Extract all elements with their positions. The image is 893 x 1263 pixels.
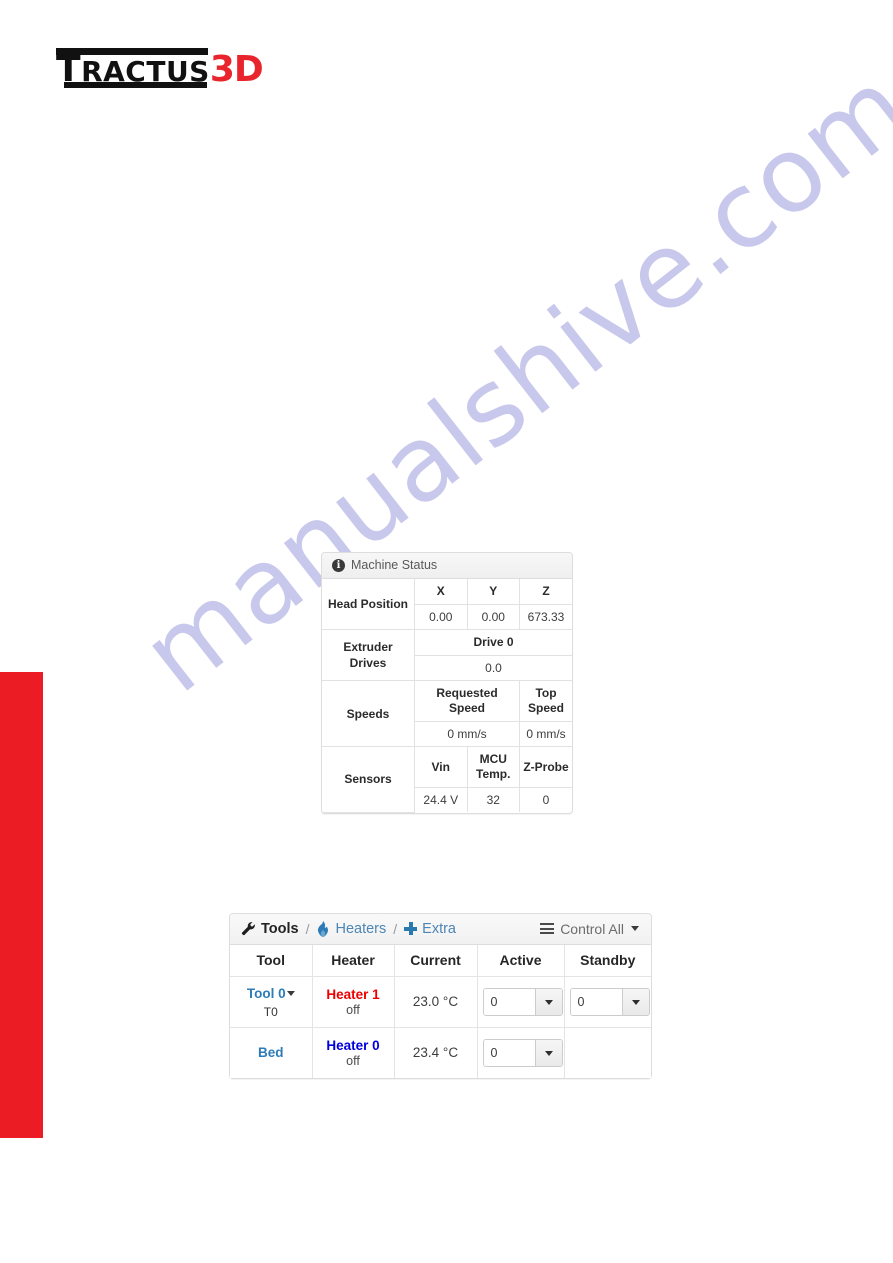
cell-heater-0[interactable]: Heater 0 off [311, 1027, 395, 1078]
heater-state-label: off [346, 1054, 360, 1068]
logo-bottom-rule [64, 82, 207, 88]
control-all-label: Control All [560, 920, 624, 937]
col-header-current: Current [393, 945, 478, 977]
tab-extra[interactable]: Extra [404, 921, 456, 937]
chevron-down-icon [544, 1050, 553, 1056]
tool-identifier: T0 [263, 1005, 278, 1019]
table-row-extruder-drives-labels: Extruder Drives Drive 0 [322, 629, 572, 681]
table-row: Bed Heater 0 off 23.4 °C 0 [230, 1027, 651, 1078]
active-temp-input[interactable]: 0 [483, 989, 535, 1015]
tab-tools-label: Tools [261, 920, 299, 937]
cell-tool-bed: Bed [230, 1027, 313, 1078]
machine-status-table: Head Position X Y Z 0.00 0.00 673.33 Ext… [322, 579, 572, 813]
col-header-x: X [414, 579, 468, 605]
cell-active-temp-bed: 0 [476, 1027, 565, 1078]
row-label-extruder-drives: Extruder Drives [322, 629, 415, 681]
value-z-probe: 0 [519, 787, 572, 812]
table-row: Tool 0 T0 Heater 1 off 23.0 °C 0 0 [230, 976, 651, 1028]
tools-panel-header: Tools / Heaters / Extra Control All [230, 914, 651, 945]
row-label-sensors: Sensors [322, 746, 415, 813]
header-separator-2: / [393, 920, 398, 937]
machine-status-panel: i Machine Status Head Position X Y Z 0.0… [321, 552, 573, 814]
col-header-mcu-temp: MCU Temp. [466, 746, 520, 788]
col-header-top-speed: Top Speed [519, 680, 572, 722]
col-header-z-probe: Z-Probe [519, 746, 572, 788]
value-top-speed: 0 mm/s [519, 721, 572, 747]
tab-heaters[interactable]: Heaters [316, 920, 387, 937]
chevron-down-icon [631, 999, 640, 1005]
standby-temp-input[interactable]: 0 [570, 989, 622, 1015]
page-edge-accent-bar [0, 672, 43, 1138]
flame-icon [316, 920, 330, 937]
value-head-position-z: 673.33 [519, 604, 572, 630]
col-header-drive-0: Drive 0 [414, 629, 572, 656]
value-head-position-y: 0.00 [466, 604, 520, 630]
active-temp-dropdown-button[interactable] [534, 989, 562, 1015]
current-temperature-value: 23.0 °C [412, 994, 459, 1009]
active-temp-input[interactable]: 0 [483, 1040, 535, 1066]
value-mcu-temp: 32 [466, 787, 520, 812]
cell-tool-0: Tool 0 T0 [230, 976, 313, 1028]
table-row-sensors-labels: Sensors Vin MCU Temp. Z-Probe [322, 746, 572, 813]
chevron-down-icon [631, 926, 639, 931]
active-temp-dropdown-button[interactable] [534, 1040, 562, 1066]
col-header-active: Active [476, 945, 565, 977]
plus-icon [404, 922, 418, 935]
tool-link-label: Tool 0 [246, 986, 286, 1001]
current-temperature-value: 23.4 °C [412, 1045, 459, 1060]
col-header-z: Z [519, 579, 572, 605]
tools-table-header-row: Tool Heater Current Active Standby [230, 945, 651, 977]
cell-active-temp-tool-0: 0 [476, 976, 565, 1028]
chevron-down-icon [286, 991, 295, 997]
col-header-standby: Standby [563, 945, 651, 977]
cell-current-temp-tool-0: 23.0 °C [393, 976, 478, 1028]
tools-panel: Tools / Heaters / Extra Control All Tool… [229, 913, 652, 1079]
brand-logo: TRACTUS3D [56, 48, 271, 92]
heater-state-label: off [346, 1003, 360, 1017]
hamburger-icon [540, 923, 555, 934]
logo-accent-text: 3D [209, 49, 264, 90]
value-drive-0: 0.0 [414, 655, 572, 681]
header-separator-1: / [305, 920, 310, 937]
cell-current-temp-bed: 23.4 °C [393, 1027, 478, 1078]
standby-temp-dropdown-button[interactable] [621, 989, 649, 1015]
value-head-position-x: 0.00 [414, 604, 468, 630]
machine-status-title: Machine Status [351, 558, 438, 572]
row-label-head-position: Head Position [322, 579, 415, 630]
col-header-vin: Vin [414, 746, 468, 788]
heater-name-label: Heater 0 [326, 1038, 380, 1053]
col-header-heater: Heater [311, 945, 395, 977]
cell-heater-1[interactable]: Heater 1 off [311, 976, 395, 1028]
col-header-y: Y [466, 579, 520, 605]
info-icon: i [332, 558, 345, 572]
chevron-down-icon [544, 999, 553, 1005]
tab-extra-label: Extra [422, 920, 456, 937]
table-row-speeds-labels: Speeds Requested Speed Top Speed [322, 680, 572, 747]
col-header-tool: Tool [230, 945, 313, 977]
heater-name-label: Heater 1 [326, 987, 380, 1002]
row-label-speeds: Speeds [322, 680, 415, 747]
active-temp-input-group-bed[interactable]: 0 [482, 1039, 563, 1067]
tool-link-tool-0[interactable]: Tool 0 [247, 985, 295, 1002]
tab-tools[interactable]: Tools [241, 921, 299, 937]
tab-heaters-label: Heaters [335, 920, 387, 937]
value-vin: 24.4 V [414, 787, 468, 812]
cell-standby-temp-bed [563, 1027, 651, 1078]
active-temp-input-group-tool-0[interactable]: 0 [482, 988, 563, 1016]
cell-standby-temp-tool-0: 0 [563, 976, 651, 1028]
machine-status-header: i Machine Status [322, 553, 572, 579]
control-all-dropdown[interactable]: Control All [540, 921, 639, 937]
tool-link-bed[interactable]: Bed [258, 1045, 284, 1060]
tools-table: Tool Heater Current Active Standby Tool … [230, 945, 651, 1078]
wrench-icon [241, 921, 256, 936]
col-header-requested-speed: Requested Speed [414, 680, 520, 722]
table-row-head-position-labels: Head Position X Y Z [322, 579, 572, 630]
value-requested-speed: 0 mm/s [414, 721, 520, 747]
standby-temp-input-group-tool-0[interactable]: 0 [569, 988, 650, 1016]
